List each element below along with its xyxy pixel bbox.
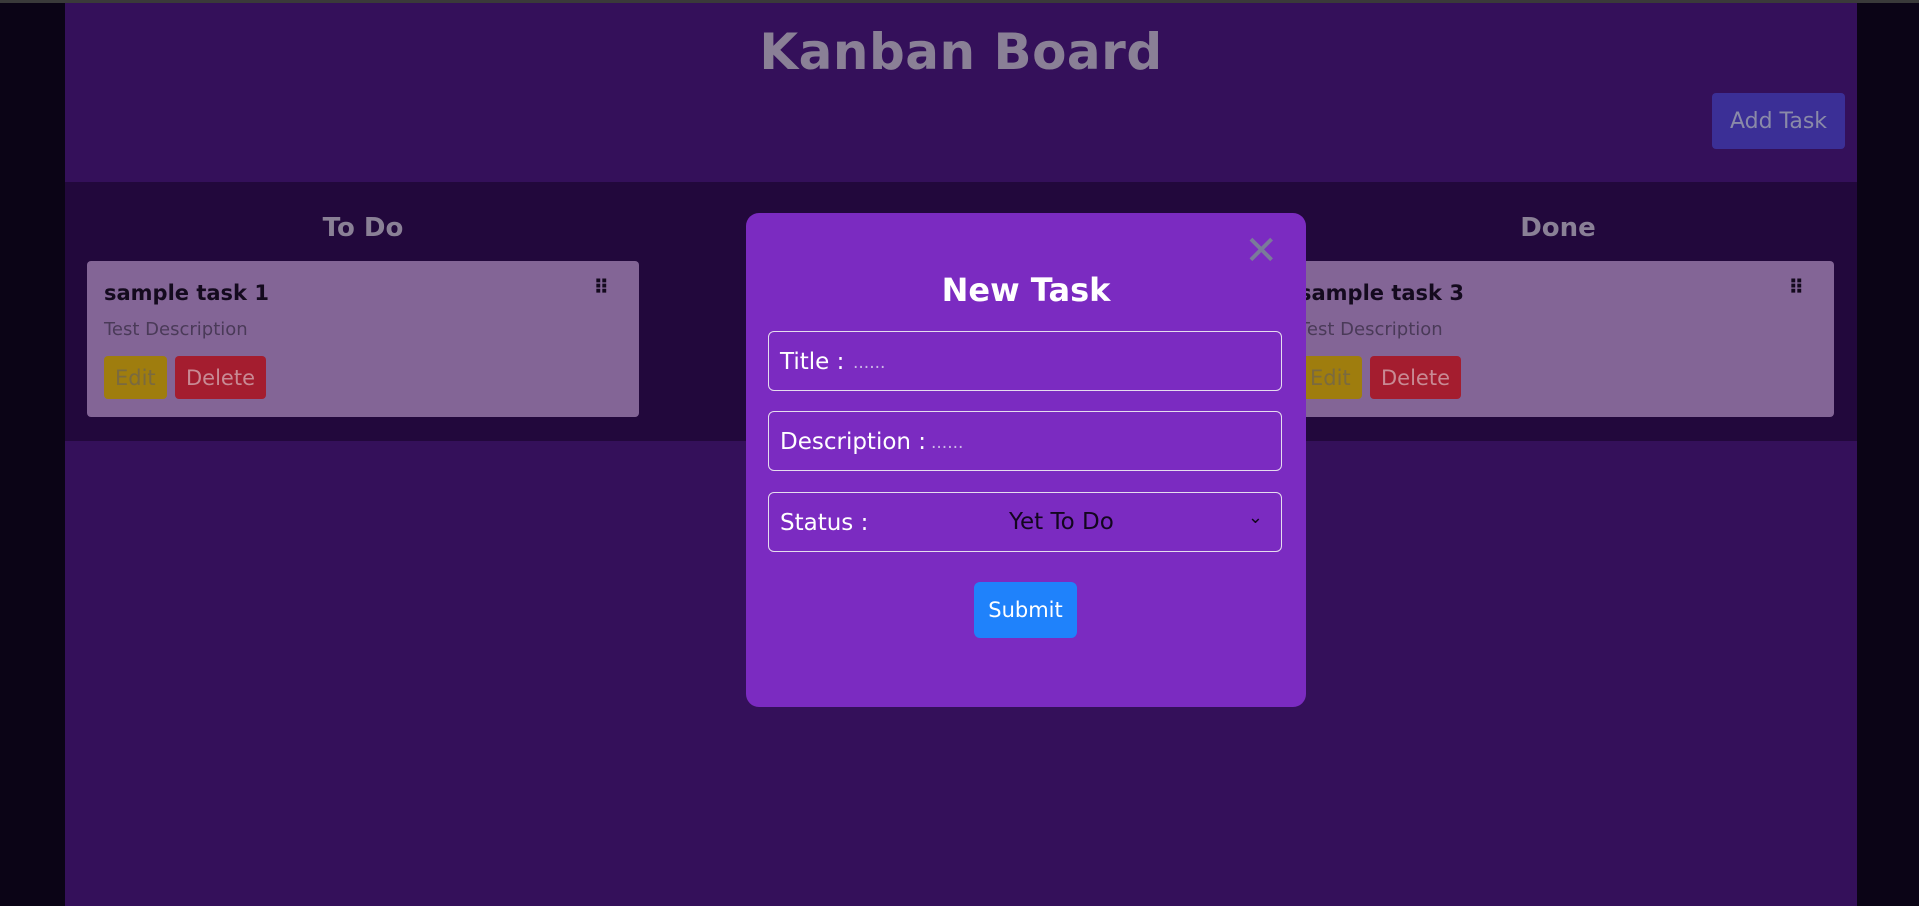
column-done: Done sample task 3 ⠿ Test Description Ed… bbox=[1282, 182, 1834, 417]
status-select[interactable]: Status : Yet To Do ⌄ bbox=[768, 492, 1282, 552]
title-field: Title : bbox=[768, 331, 1282, 391]
task-title: sample task 1 bbox=[104, 281, 269, 305]
submit-button[interactable]: Submit bbox=[974, 582, 1077, 638]
page-title: Kanban Board bbox=[759, 23, 1163, 81]
title-input[interactable] bbox=[851, 348, 1155, 378]
description-field: Description : bbox=[768, 411, 1282, 471]
description-field-label: Description : bbox=[780, 429, 927, 455]
drag-handle-icon[interactable]: ⠿ bbox=[1788, 275, 1804, 299]
status-field-label: Status : bbox=[780, 510, 869, 536]
close-icon[interactable]: ✕ bbox=[1244, 231, 1278, 271]
delete-button[interactable]: Delete bbox=[175, 356, 266, 399]
modal-title: New Task bbox=[941, 271, 1111, 309]
edit-button[interactable]: Edit bbox=[1299, 356, 1362, 399]
task-description: Test Description bbox=[104, 319, 248, 340]
add-task-button[interactable]: Add Task bbox=[1712, 93, 1845, 149]
delete-button[interactable]: Delete bbox=[1370, 356, 1461, 399]
column-to-do: To Do sample task 1 ⠿ Test Description E… bbox=[87, 182, 639, 417]
new-task-modal: ✕ New Task Title : Description : Status … bbox=[746, 213, 1306, 707]
task-card[interactable]: sample task 3 ⠿ Test Description Edit De… bbox=[1282, 261, 1834, 417]
task-card[interactable]: sample task 1 ⠿ Test Description Edit De… bbox=[87, 261, 639, 417]
edit-button[interactable]: Edit bbox=[104, 356, 167, 399]
status-selected-value: Yet To Do bbox=[1009, 509, 1114, 535]
drag-handle-icon[interactable]: ⠿ bbox=[593, 275, 609, 299]
kanban-page: Kanban Board Add Task To Do sample task … bbox=[65, 3, 1857, 906]
column-title: To Do bbox=[322, 213, 404, 243]
column-title: Done bbox=[1520, 213, 1596, 243]
chevron-down-icon: ⌄ bbox=[1247, 507, 1263, 528]
task-title: sample task 3 bbox=[1299, 281, 1464, 305]
title-field-label: Title : bbox=[780, 349, 845, 375]
description-input[interactable] bbox=[929, 428, 1233, 458]
task-description: Test Description bbox=[1299, 319, 1443, 340]
